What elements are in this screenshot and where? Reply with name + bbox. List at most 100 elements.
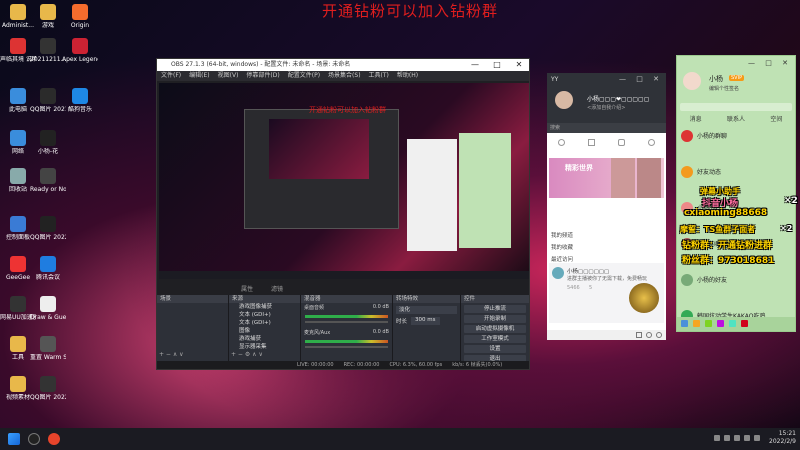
obs-preview[interactable]: 开通钻粉可以加入钻粉群 <box>159 83 529 279</box>
yy-minimize-button[interactable]: — <box>619 75 630 83</box>
menu-profile[interactable]: 配置文件(P) <box>288 71 320 81</box>
source-item[interactable]: 游戏捕获 <box>229 335 300 343</box>
qq-app-icon[interactable] <box>681 320 688 327</box>
clock[interactable]: 15:21 2022/2/9 <box>769 430 796 446</box>
desktop-icon[interactable]: Ready or Not <box>30 168 66 193</box>
obs-titlebar[interactable]: OBS 27.1.3 (64-bit, windows) - 配置文件: 未命名… <box>157 59 529 71</box>
list-item[interactable]: 小杨的群聊 <box>681 130 793 145</box>
desktop-icon[interactable]: 游戏 <box>30 4 66 29</box>
qq-search-input[interactable] <box>680 103 792 111</box>
filters-button[interactable]: 滤镜 <box>271 284 283 293</box>
stop-stream-button[interactable]: 停止推流 <box>464 305 526 313</box>
yy-signature[interactable]: <添加自我介绍> <box>587 104 625 111</box>
mixer-slider-2[interactable] <box>305 346 388 348</box>
desktop-icon[interactable]: 20211211... <box>30 38 66 63</box>
qq-app-icon[interactable] <box>693 320 700 327</box>
source-item[interactable]: 图像 <box>229 327 300 335</box>
minimize-button[interactable]: — <box>465 59 485 71</box>
qq-window-controls[interactable]: — □ ✕ <box>748 59 792 67</box>
tab-space[interactable]: 空间 <box>770 114 782 123</box>
yy-feed-card[interactable]: 小杨▢▢▢▢▢▢ 进群主播被你了无需下载，免费畅玩 5466 5 <box>549 263 664 323</box>
qq-app-icon[interactable] <box>717 320 724 327</box>
game-icon[interactable] <box>646 332 652 338</box>
yy-search-input[interactable]: 搜索 <box>547 123 666 133</box>
menu-tools[interactable]: 工具(T) <box>369 71 389 81</box>
menu-file[interactable]: 文件(F) <box>161 71 181 81</box>
desktop-icon[interactable]: Origin <box>62 4 98 29</box>
desktop-icon[interactable]: Apex Legends <box>62 38 98 63</box>
settings-icon[interactable] <box>636 332 642 338</box>
desktop-icon[interactable]: Draw & Guess <box>30 296 66 321</box>
mixer-channel-2: 麦克风/Aux 0.0 dB <box>304 329 389 336</box>
menu-view[interactable]: 视图(V) <box>218 71 239 81</box>
home-icon[interactable] <box>558 138 566 146</box>
duration-input[interactable]: 300 ms <box>411 317 440 325</box>
maximize-button[interactable]: □ <box>487 59 507 71</box>
source-item[interactable]: 文本 (GDI+) <box>229 319 300 327</box>
yy-maximize-button[interactable]: □ <box>636 75 647 83</box>
menu-edit[interactable]: 编辑(E) <box>189 71 209 81</box>
studio-mode-button[interactable]: 工作室模式 <box>464 335 526 343</box>
desktop-icon[interactable]: QQ图片 2021120... <box>30 88 66 113</box>
start-recording-button[interactable]: 开始录制 <box>464 315 526 323</box>
source-item[interactable]: 文本 (GDI+) <box>229 311 300 319</box>
yy-my-favorites[interactable]: 我的收藏 <box>551 243 573 251</box>
qq-nickname: 小杨 <box>709 75 723 83</box>
avatar[interactable] <box>683 72 701 90</box>
desktop-icon-label: Origin <box>70 22 90 29</box>
desktop-icon[interactable]: 酷狗音乐 <box>62 88 98 113</box>
desktop-icon[interactable]: QQ图片 2022012... <box>30 376 66 401</box>
app-taskbar-icon[interactable] <box>48 433 60 445</box>
channel-icon[interactable] <box>588 138 596 146</box>
sources-dock: 来源 游戏图像捕获 文本 (GDI+) 文本 (GDI+) 图像 游戏捕获 显示器采集 +… <box>229 295 301 361</box>
transition-select[interactable]: 淡化 <box>396 306 457 314</box>
message-icon[interactable] <box>617 138 625 146</box>
desktop-icon[interactable]: 重置 Warm Snow <box>30 336 66 361</box>
desktop-icon[interactable]: QQ图片 2022010... <box>30 216 66 241</box>
overlay-gift-message: 摩誓：TS鱼群子面者 <box>680 225 756 234</box>
yy-my-channels[interactable]: 我的频道 <box>551 231 573 239</box>
windows-start-icon[interactable] <box>8 433 20 445</box>
desktop-icon[interactable]: 小杨-花 <box>30 130 66 155</box>
qq-minimize-button[interactable]: — <box>748 59 759 67</box>
qq-app-icon[interactable] <box>729 320 736 327</box>
tab-messages[interactable]: 消息 <box>690 114 702 123</box>
wifi-icon[interactable] <box>744 435 750 441</box>
list-item[interactable]: 小杨的好友 <box>681 274 793 289</box>
desktop-icon[interactable]: 腾讯会议 <box>30 256 66 281</box>
menu-docks[interactable]: 停靠部件(D) <box>246 71 279 81</box>
properties-button[interactable]: 属性 <box>241 284 253 293</box>
yy-title: YY <box>551 76 559 83</box>
source-item[interactable]: 游戏图像捕获 <box>229 303 300 311</box>
volume-icon[interactable] <box>754 435 760 441</box>
virtual-camera-button[interactable]: 启动虚拟摄像机 <box>464 325 526 333</box>
tab-contacts[interactable]: 联系人 <box>727 114 745 123</box>
menu-help[interactable]: 帮助(H) <box>397 71 418 81</box>
list-item[interactable]: 好友动态 <box>681 166 793 181</box>
desktop-icon-label: Draw & Guess <box>30 314 66 321</box>
tray-icon[interactable] <box>734 435 740 441</box>
obs-taskbar-icon[interactable] <box>28 433 40 445</box>
qq-app-icon[interactable] <box>741 320 748 327</box>
yy-window-controls[interactable]: — □ ✕ <box>619 75 663 83</box>
menu-scene-collection[interactable]: 场景集合(S) <box>328 71 361 81</box>
qq-app-icon[interactable] <box>705 320 712 327</box>
avatar[interactable] <box>555 91 573 109</box>
desktop-icon-label: 小杨-花 <box>37 148 59 155</box>
app-icon <box>72 38 88 54</box>
yy-close-button[interactable]: ✕ <box>653 75 663 83</box>
qq-signature[interactable]: 编辑个性签名 <box>709 85 739 92</box>
sources-add-button[interactable]: + − ⚙ ∧ ∨ <box>231 351 263 358</box>
settings-button[interactable]: 设置 <box>464 345 526 353</box>
contact-icon[interactable] <box>647 138 655 146</box>
yy-recent[interactable]: 最近访问 <box>551 255 573 263</box>
menu-icon[interactable] <box>656 332 662 338</box>
qq-maximize-button[interactable]: □ <box>765 59 776 67</box>
yy-promo-banner[interactable]: 精彩世界 <box>549 158 664 198</box>
source-item[interactable]: 显示器采集 <box>229 343 300 351</box>
qq-close-button[interactable]: ✕ <box>782 59 792 67</box>
close-button[interactable]: ✕ <box>509 59 529 71</box>
tray-icon[interactable] <box>724 435 730 441</box>
scenes-add-button[interactable]: + − ∧ ∨ <box>159 351 184 358</box>
tray-icon[interactable] <box>714 435 720 441</box>
